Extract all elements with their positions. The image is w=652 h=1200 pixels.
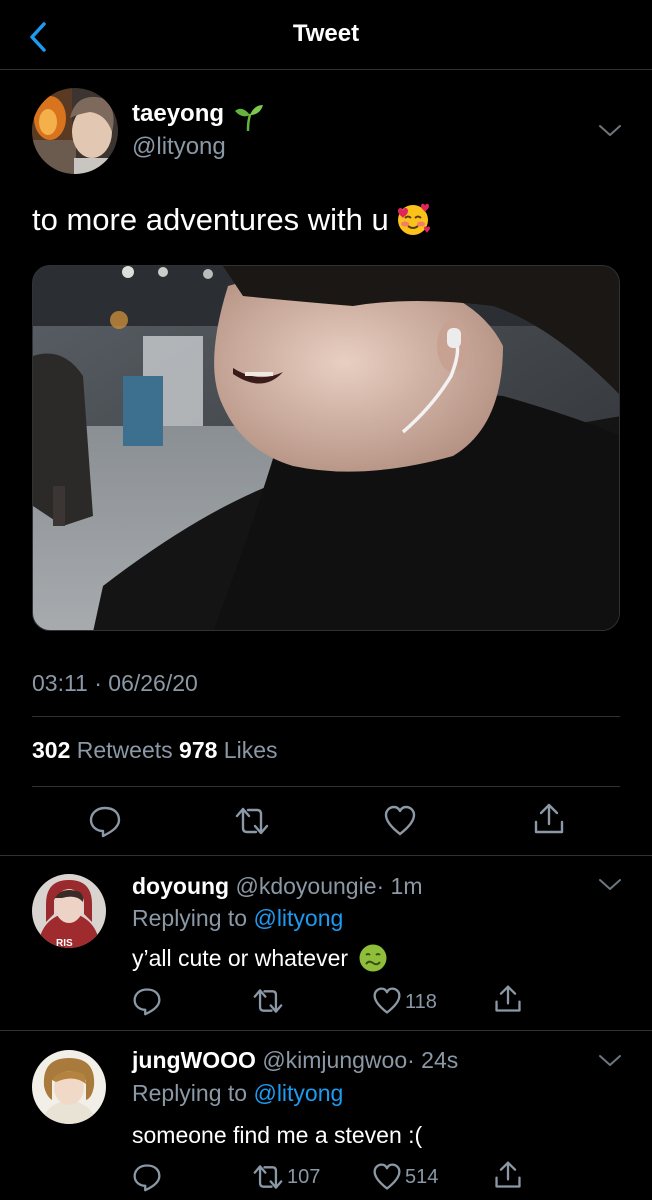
reply-avatar[interactable] bbox=[32, 1050, 106, 1124]
divider bbox=[32, 716, 620, 717]
share-icon[interactable] bbox=[493, 984, 523, 1014]
replying-to: Replying to @lityong bbox=[132, 905, 343, 932]
reply-author[interactable]: jungWOOO @kimjungwoo· 24s bbox=[132, 1047, 458, 1074]
tweet-stats[interactable]: 302 Retweets 978 Likes bbox=[32, 737, 278, 764]
smiling-hearts-emoji bbox=[395, 201, 431, 237]
reply-icon[interactable] bbox=[88, 804, 122, 838]
author-handle[interactable]: @lityong bbox=[132, 133, 226, 161]
reply-avatar[interactable]: RIS bbox=[32, 874, 106, 948]
tweet-timestamp: 03:11 · 06/26/20 bbox=[32, 670, 198, 696]
heart-icon[interactable] bbox=[372, 986, 402, 1016]
retweet-count: 107 bbox=[287, 1166, 321, 1188]
reply-icon[interactable] bbox=[132, 1162, 162, 1192]
reply-name: jungWOOO bbox=[132, 1047, 256, 1073]
mention-link[interactable]: @lityong bbox=[253, 905, 343, 931]
retweet-icon[interactable] bbox=[252, 1162, 283, 1192]
tweet-screen: Tweet taeyong @lityong to more adventure… bbox=[0, 0, 652, 1200]
page-title: Tweet bbox=[292, 20, 360, 47]
reply-age: · 24s bbox=[407, 1047, 459, 1073]
mention-link[interactable]: @lityong bbox=[253, 1080, 343, 1106]
reply-handle: @kdoyoungie bbox=[235, 873, 377, 899]
like-count: 978 bbox=[179, 737, 218, 763]
divider bbox=[0, 1030, 652, 1031]
chevron-down-icon[interactable] bbox=[598, 124, 622, 138]
reply-icon[interactable] bbox=[132, 986, 162, 1016]
tweet-text: to more adventures with u bbox=[32, 202, 431, 240]
retweet-label: Retweets bbox=[76, 737, 173, 763]
sprout-icon bbox=[234, 103, 264, 132]
replying-prefix: Replying to bbox=[132, 905, 254, 931]
like-count: 514 bbox=[405, 1166, 439, 1188]
author-name[interactable]: taeyong bbox=[132, 100, 224, 128]
like-label: Likes bbox=[223, 737, 278, 763]
reply-handle: @kimjungwoo bbox=[262, 1047, 408, 1073]
replying-to: Replying to @lityong bbox=[132, 1080, 343, 1107]
divider bbox=[32, 786, 620, 787]
retweet-count: 302 bbox=[32, 737, 71, 763]
reply-text: y’all cute or whatever bbox=[132, 943, 388, 975]
reply-text-content: y’all cute or whatever bbox=[132, 945, 349, 972]
divider bbox=[0, 855, 652, 856]
share-icon[interactable] bbox=[493, 1160, 523, 1190]
reply-text: someone find me a steven :( bbox=[132, 1122, 423, 1148]
reply-author[interactable]: doyoung @kdoyoungie· 1m bbox=[132, 873, 422, 900]
nav-header: Tweet bbox=[0, 0, 652, 70]
heart-icon[interactable] bbox=[372, 1162, 402, 1192]
author-avatar[interactable] bbox=[32, 88, 118, 174]
reply-age: · 1m bbox=[376, 873, 423, 899]
share-icon[interactable] bbox=[532, 802, 566, 836]
chevron-down-icon[interactable] bbox=[598, 1054, 622, 1068]
reply-name: doyoung bbox=[132, 873, 230, 899]
retweet-icon[interactable] bbox=[234, 804, 269, 838]
tweet-text-content: to more adventures with u bbox=[32, 202, 389, 237]
nauseated-face-emoji bbox=[358, 943, 388, 973]
chevron-down-icon[interactable] bbox=[598, 878, 622, 892]
replying-prefix: Replying to bbox=[132, 1080, 254, 1106]
tweet-photo[interactable] bbox=[32, 265, 620, 631]
retweet-icon[interactable] bbox=[252, 986, 283, 1016]
heart-icon[interactable] bbox=[383, 804, 417, 838]
svg-text:RIS: RIS bbox=[56, 938, 73, 948]
like-count: 118 bbox=[405, 991, 437, 1013]
